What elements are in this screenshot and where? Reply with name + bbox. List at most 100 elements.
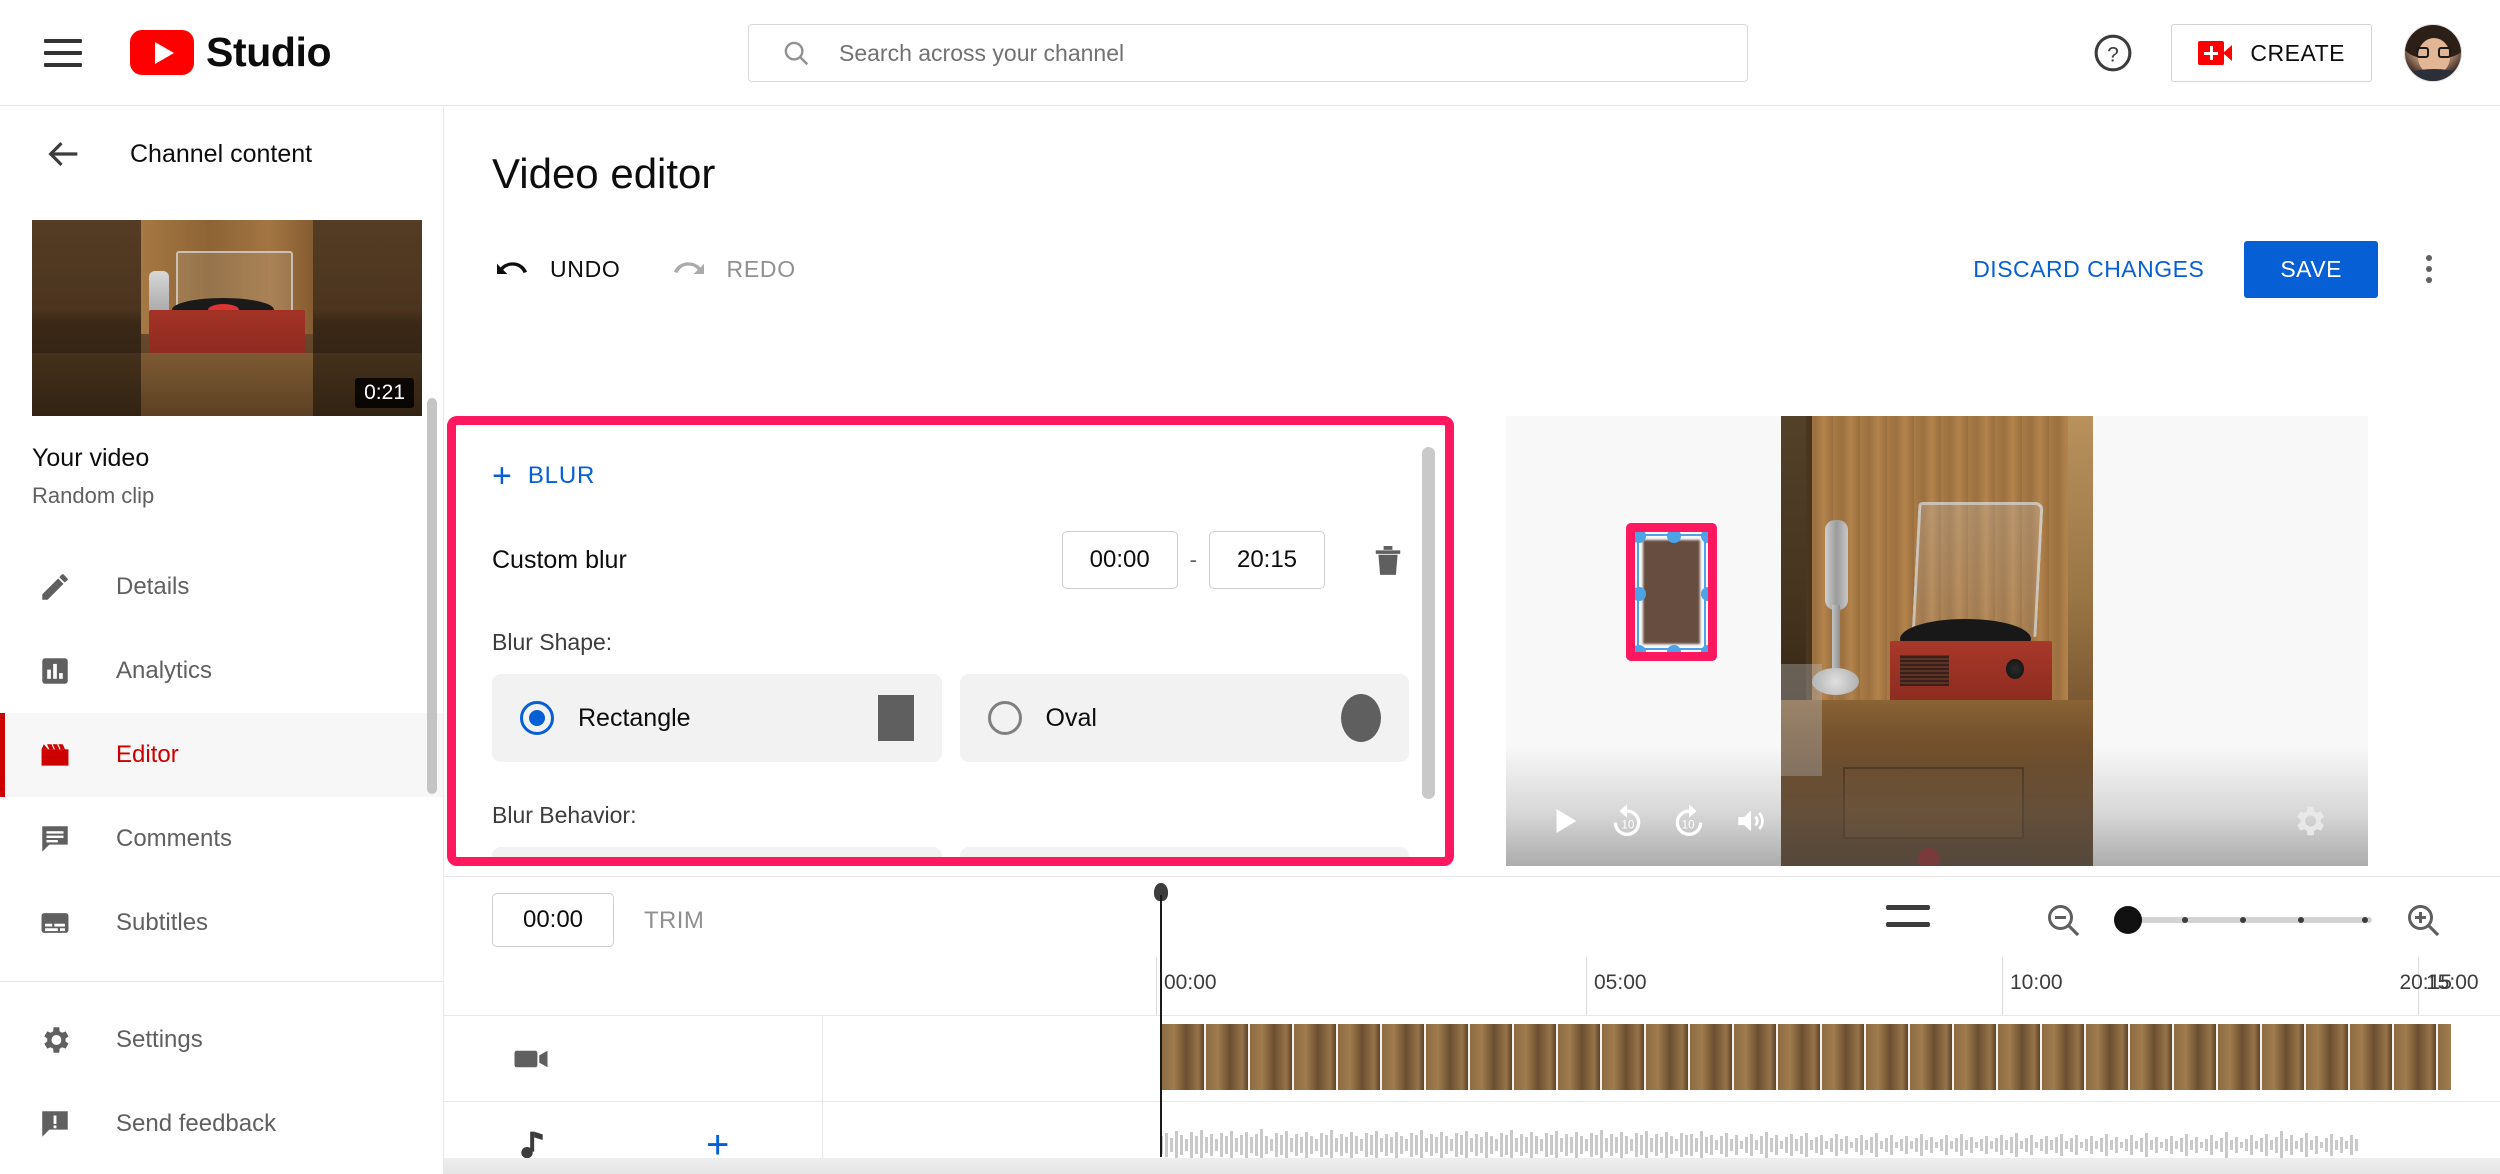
page-title: Video editor <box>492 150 716 197</box>
blur-behavior-option-2[interactable] <box>959 847 1409 857</box>
add-blur-button[interactable]: + BLUR <box>492 459 672 493</box>
blur-panel-scrollbar[interactable] <box>1422 447 1435 799</box>
blur-shape-option-label: Oval <box>1045 703 1097 732</box>
discard-changes-button[interactable]: DISCARD CHANGES <box>1963 242 2214 297</box>
video-camera-plus-icon <box>2198 41 2233 65</box>
rectangle-shape-icon <box>877 695 914 741</box>
ruler-mark: 10:00 <box>2010 971 2063 994</box>
timeline-toolbar: 00:00 TRIM <box>444 877 2500 957</box>
redo-button[interactable]: REDO <box>669 249 796 289</box>
blur-shape-options: Rectangle Oval <box>492 674 1409 762</box>
blur-shape-option-rectangle[interactable]: Rectangle <box>492 674 942 762</box>
ruler-mark: 00:00 <box>1164 971 1217 994</box>
plus-icon: + <box>492 457 512 495</box>
create-button-label: CREATE <box>2250 39 2345 66</box>
blur-settings-panel: + BLUR Custom blur 00:00 - 20:15 Blur Sh… <box>456 425 1445 857</box>
undo-button[interactable]: UNDO <box>492 249 621 289</box>
video-thumbnail[interactable]: 0:21 <box>32 220 422 416</box>
sidebar-item-label: Comments <box>116 825 233 852</box>
blur-end-time-input[interactable]: 20:15 <box>1209 531 1325 589</box>
hamburger-icon[interactable] <box>44 38 82 67</box>
sidebar-item-send-feedback[interactable]: Send feedback <box>0 1082 443 1166</box>
sidebar-item-details[interactable]: Details <box>0 545 443 629</box>
blur-start-time-input[interactable]: 00:00 <box>1061 531 1178 589</box>
help-circle-icon[interactable]: ? <box>2085 25 2141 81</box>
sidebar-divider <box>0 981 443 982</box>
editor-body: + BLUR Custom blur 00:00 - 20:15 Blur Sh… <box>444 406 2500 876</box>
volume-icon[interactable] <box>1720 790 1782 852</box>
play-icon[interactable] <box>1534 790 1596 852</box>
arrow-left-icon[interactable] <box>44 134 84 174</box>
bar-chart-icon <box>36 652 74 690</box>
sidebar-item-analytics[interactable]: Analytics <box>0 629 443 713</box>
timeline-zoom-slider[interactable] <box>2114 891 2372 949</box>
blur-effect-row: Custom blur 00:00 - 20:15 <box>492 531 1409 589</box>
search-icon <box>784 41 809 66</box>
trim-button[interactable]: TRIM <box>644 907 704 935</box>
add-blur-label: BLUR <box>527 462 596 489</box>
undo-icon <box>497 262 527 274</box>
undo-label: UNDO <box>550 255 621 282</box>
search-bar[interactable] <box>748 24 1748 82</box>
sidebar-item-comments[interactable]: Comments <box>0 797 443 881</box>
sidebar-item-label: Subtitles <box>116 909 209 936</box>
svg-text:10: 10 <box>1621 818 1634 831</box>
create-button[interactable]: CREATE <box>2171 24 2372 82</box>
sidebar-item-label: Send feedback <box>116 1110 277 1137</box>
video-filmstrip[interactable] <box>1160 1024 2452 1090</box>
main-content: Video editor UNDO REDO DISCARD CHANGES S… <box>444 106 2500 1174</box>
blur-effect-name: Custom blur <box>492 545 627 574</box>
video-track-content[interactable] <box>1160 1016 2452 1101</box>
zoom-in-icon[interactable] <box>2394 891 2452 949</box>
youtube-studio-logo[interactable]: Studio <box>130 29 332 76</box>
gear-icon[interactable] <box>2278 790 2340 852</box>
rewind-10-icon[interactable]: 10 <box>1596 790 1658 852</box>
sidebar-item-subtitles[interactable]: Subtitles <box>0 881 443 965</box>
blur-behavior-option-1[interactable] <box>492 847 942 857</box>
player-controls-left: 10 10 <box>1534 790 1782 852</box>
video-camera-icon <box>506 1034 556 1084</box>
radio-rectangle[interactable] <box>520 701 554 735</box>
redo-icon <box>673 262 704 274</box>
logo-text: Studio <box>206 29 332 75</box>
editor-action-bar: UNDO REDO DISCARD CHANGES SAVE <box>444 234 2500 304</box>
forward-10-icon[interactable]: 10 <box>1658 790 1720 852</box>
drag-handle-icon[interactable] <box>1886 905 1930 927</box>
kebab-menu-icon[interactable] <box>2406 246 2452 292</box>
zoom-out-icon[interactable] <box>2034 891 2092 949</box>
clapper-icon <box>36 736 74 774</box>
video-duration-badge: 0:21 <box>355 378 414 408</box>
save-button[interactable]: SAVE <box>2244 240 2378 298</box>
subtitles-icon <box>36 904 74 942</box>
sidebar-header: Channel content <box>0 106 443 202</box>
sidebar-item-settings[interactable]: Settings <box>0 998 443 1082</box>
timeline-tracks: + <box>444 1015 2500 1174</box>
sidebar-item-editor[interactable]: Editor <box>0 713 443 797</box>
sidebar-item-label: Details <box>116 573 190 600</box>
trash-icon[interactable] <box>1367 537 1409 583</box>
timeline-zoom-controls <box>2034 891 2452 949</box>
svg-text:?: ? <box>2108 43 2120 66</box>
sidebar: Channel content 0:21 Your video Random c… <box>0 106 444 1174</box>
search-input[interactable] <box>837 38 1657 68</box>
ruler-mark: 20:15 <box>2399 971 2452 994</box>
avatar[interactable] <box>2404 24 2462 82</box>
top-right-actions: ? CREATE <box>2085 0 2462 106</box>
sidebar-header-title: Channel content <box>130 139 313 168</box>
timeline: 00:00 TRIM 00:00 05:00 10:00 15:00 20:15… <box>444 876 2500 1174</box>
timeline-current-time-input[interactable]: 00:00 <box>492 893 614 947</box>
timeline-track-video[interactable] <box>444 1015 2500 1101</box>
zoom-slider-thumb[interactable] <box>2114 906 2142 934</box>
oval-shape-icon <box>1341 694 1381 742</box>
sidebar-scrollbar[interactable] <box>427 398 437 794</box>
top-navigation-bar: Studio ? CREATE <box>0 0 2500 106</box>
video-frame <box>1781 416 2093 866</box>
blur-shape-option-oval[interactable]: Oval <box>959 674 1409 762</box>
radio-oval[interactable] <box>987 701 1022 735</box>
timeline-ruler[interactable]: 00:00 05:00 10:00 15:00 20:15 <box>444 957 2500 1015</box>
time-range-separator: - <box>1189 547 1197 572</box>
blur-behavior-options <box>492 847 1409 857</box>
video-subtitle: Random clip <box>32 483 155 508</box>
video-preview[interactable]: 10 10 <box>1506 416 2368 866</box>
gear-icon <box>36 1021 74 1059</box>
